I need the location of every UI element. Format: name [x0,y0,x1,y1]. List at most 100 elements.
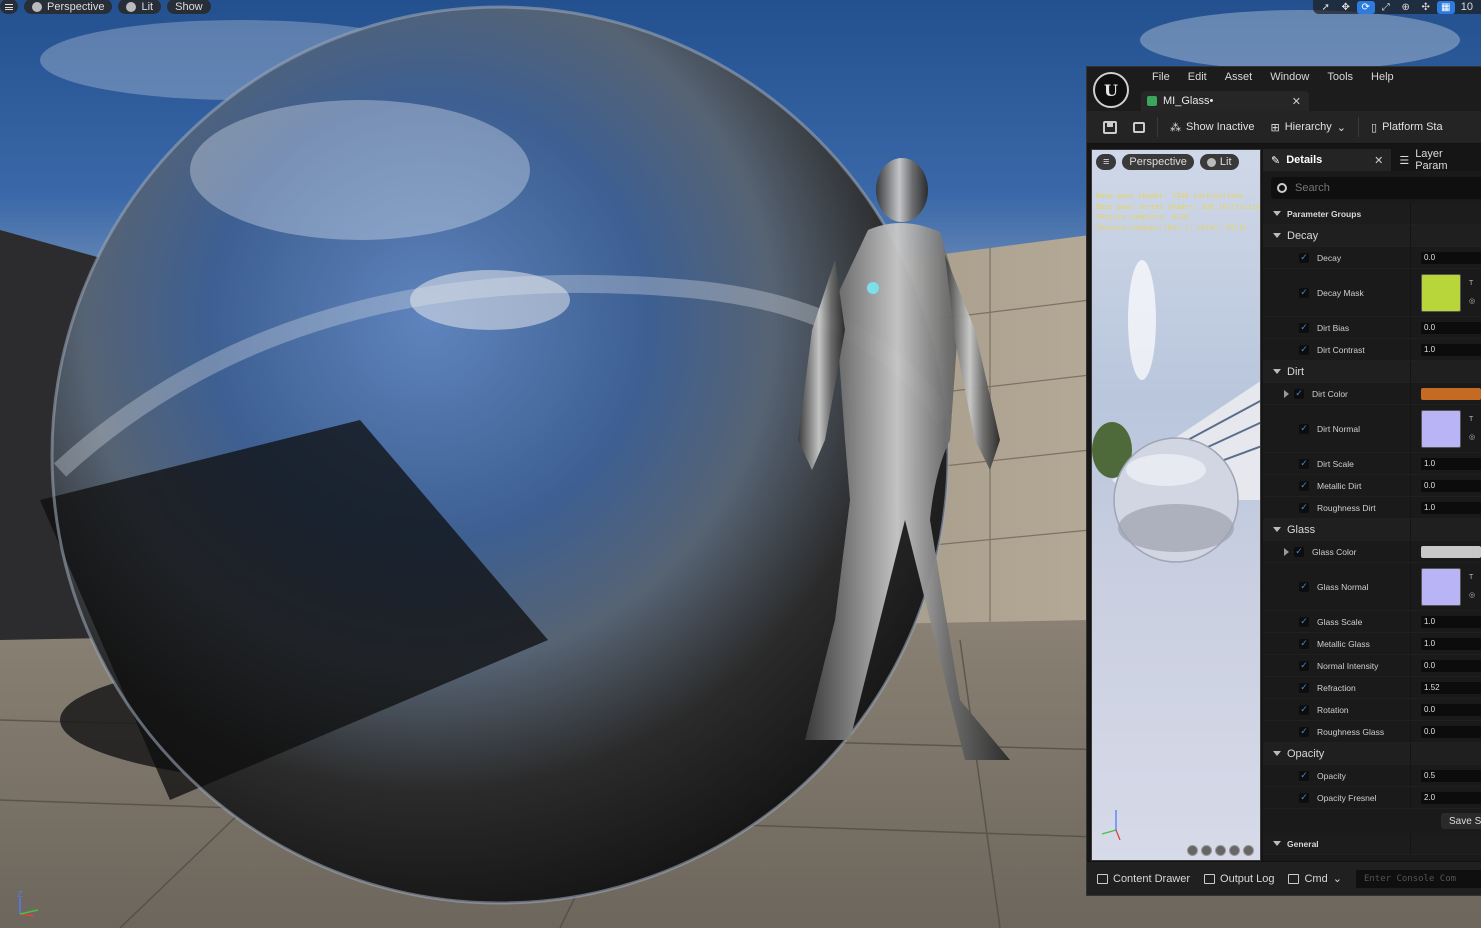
texture-find-icon[interactable]: ◎ [1469,297,1477,305]
override-checkbox[interactable]: ✓ [1299,322,1309,333]
expand-triangle-icon[interactable] [1273,527,1281,532]
override-checkbox[interactable]: ✓ [1299,682,1309,693]
parameter-value-field[interactable]: 0.0 [1421,659,1481,672]
color-swatch[interactable] [1421,387,1481,400]
parameter-value-field[interactable]: 1.52 [1421,681,1481,694]
group-header-dirt[interactable]: Dirt [1263,361,1481,383]
override-checkbox[interactable]: ✓ [1299,770,1309,781]
parameter-value-field[interactable]: 1.0 [1421,637,1481,650]
viewport-show-button[interactable]: Show [167,0,211,14]
menu-file[interactable]: File [1143,71,1179,83]
expand-triangle-icon[interactable] [1273,369,1281,374]
override-checkbox[interactable]: ✓ [1299,704,1309,715]
parameter-value-field[interactable]: 0.0 [1421,479,1481,492]
expand-arrow-icon[interactable] [1284,547,1289,556]
menu-help[interactable]: Help [1362,71,1403,83]
rotate-icon[interactable]: ⟳ [1356,0,1375,14]
preview-perspective-button[interactable]: Perspective [1122,154,1194,170]
texture-browse-icon[interactable]: T [1469,574,1477,581]
override-checkbox[interactable]: ✓ [1299,287,1309,298]
search-input[interactable] [1295,182,1445,194]
grid-icon[interactable]: ▦ [1436,0,1455,14]
viewport-perspective-button[interactable]: Perspective [24,0,113,14]
viewport-lit-button[interactable]: Lit [118,0,162,14]
select-arrow-icon[interactable]: ➚ [1317,1,1335,14]
parameter-groups-header[interactable]: Parameter Groups [1263,203,1481,225]
override-checkbox[interactable]: ✓ [1299,616,1309,627]
override-checkbox[interactable]: ✓ [1299,252,1309,263]
override-checkbox[interactable]: ✓ [1299,660,1309,671]
document-tab[interactable]: MI_Glass• ✕ [1141,91,1309,111]
sphere-icon[interactable] [1201,845,1212,856]
parameter-value-field[interactable]: 1.0 [1421,615,1481,628]
color-swatch[interactable] [1421,545,1481,558]
expand-triangle-icon[interactable] [1273,211,1281,216]
material-preview-viewport[interactable]: ≡ Perspective Lit Base pass shader: 1246… [1091,149,1261,861]
cmd-dropdown[interactable]: Cmd ⌄ [1288,872,1342,885]
parameter-value-field[interactable]: 1.0 [1421,457,1481,470]
grid-snap-value[interactable]: 10 [1457,1,1477,13]
texture-thumbnail[interactable] [1421,273,1461,312]
override-checkbox[interactable]: ✓ [1294,546,1304,557]
close-tab-icon[interactable]: ✕ [1292,95,1301,108]
browse-button[interactable] [1127,115,1151,139]
cylinder-icon[interactable] [1187,845,1198,856]
override-checkbox[interactable]: ✓ [1299,638,1309,649]
texture-find-icon[interactable]: ◎ [1469,433,1477,441]
save-button[interactable] [1097,115,1123,139]
menu-edit[interactable]: Edit [1179,71,1216,83]
expand-triangle-icon[interactable] [1273,841,1281,846]
override-checkbox[interactable]: ✓ [1299,458,1309,469]
preview-options-button[interactable]: ≡ [1096,154,1117,170]
override-checkbox[interactable]: ✓ [1299,792,1309,803]
parameter-value-field[interactable]: 0.0 [1421,725,1481,738]
plane-icon[interactable] [1215,845,1226,856]
override-checkbox[interactable]: ✓ [1299,726,1309,737]
world-globe-icon[interactable]: ⊕ [1397,1,1415,14]
move-icon[interactable]: ✥ [1337,1,1355,14]
texture-find-icon[interactable]: ◎ [1469,591,1477,599]
output-log-button[interactable]: Output Log [1204,873,1274,885]
parameter-value-field[interactable]: 0.0 [1421,703,1481,716]
parameter-value-field[interactable]: 0.5 [1421,769,1481,782]
group-header-opacity[interactable]: Opacity [1263,743,1481,765]
expand-triangle-icon[interactable] [1273,233,1281,238]
group-header-decay[interactable]: Decay [1263,225,1481,247]
scale-icon[interactable]: ⤢ [1377,1,1395,14]
parameter-value-field[interactable]: 2.0 [1421,791,1481,804]
tab-details[interactable]: ✎ Details ✕ [1263,149,1392,171]
expand-arrow-icon[interactable] [1284,389,1289,398]
override-checkbox[interactable]: ✓ [1299,423,1309,434]
override-checkbox[interactable]: ✓ [1299,344,1309,355]
menu-tools[interactable]: Tools [1318,71,1362,83]
hierarchy-button[interactable]: ⊞ Hierarchy ⌄ [1264,115,1352,139]
details-search[interactable] [1271,177,1481,199]
preview-lit-button[interactable]: Lit [1199,154,1239,170]
override-checkbox[interactable]: ✓ [1299,480,1309,491]
texture-browse-icon[interactable]: T [1469,280,1477,287]
content-drawer-button[interactable]: Content Drawer [1097,873,1190,885]
show-inactive-button[interactable]: ⁂ Show Inactive [1164,115,1260,139]
texture-thumbnail[interactable] [1421,567,1461,606]
cube-icon[interactable] [1229,845,1240,856]
viewport-options-button[interactable] [0,0,18,14]
override-checkbox[interactable]: ✓ [1299,502,1309,513]
console-input[interactable]: Enter Console Com [1355,869,1481,888]
platform-stats-button[interactable]: ▯ Platform Sta [1365,115,1449,139]
surface-snap-icon[interactable]: ✣ [1417,1,1435,14]
parameter-value-field[interactable]: 1.0 [1421,343,1481,356]
group-header-glass[interactable]: Glass [1263,519,1481,541]
expand-triangle-icon[interactable] [1273,751,1281,756]
tab-layer-parameters[interactable]: ☰ Layer Param [1391,148,1481,172]
parameter-value-field[interactable]: 0.0 [1421,321,1481,334]
save-sibling-button[interactable]: Save S [1441,813,1481,829]
parameter-value-field[interactable]: 1.0 [1421,501,1481,514]
menu-window[interactable]: Window [1261,71,1318,83]
override-checkbox[interactable]: ✓ [1299,581,1309,592]
close-icon[interactable]: ✕ [1374,154,1383,167]
parameter-value-field[interactable]: 0.0 [1421,251,1481,264]
texture-thumbnail[interactable] [1421,409,1461,448]
general-header[interactable]: General [1263,833,1481,855]
teapot-icon[interactable] [1243,845,1254,856]
override-checkbox[interactable]: ✓ [1294,388,1304,399]
